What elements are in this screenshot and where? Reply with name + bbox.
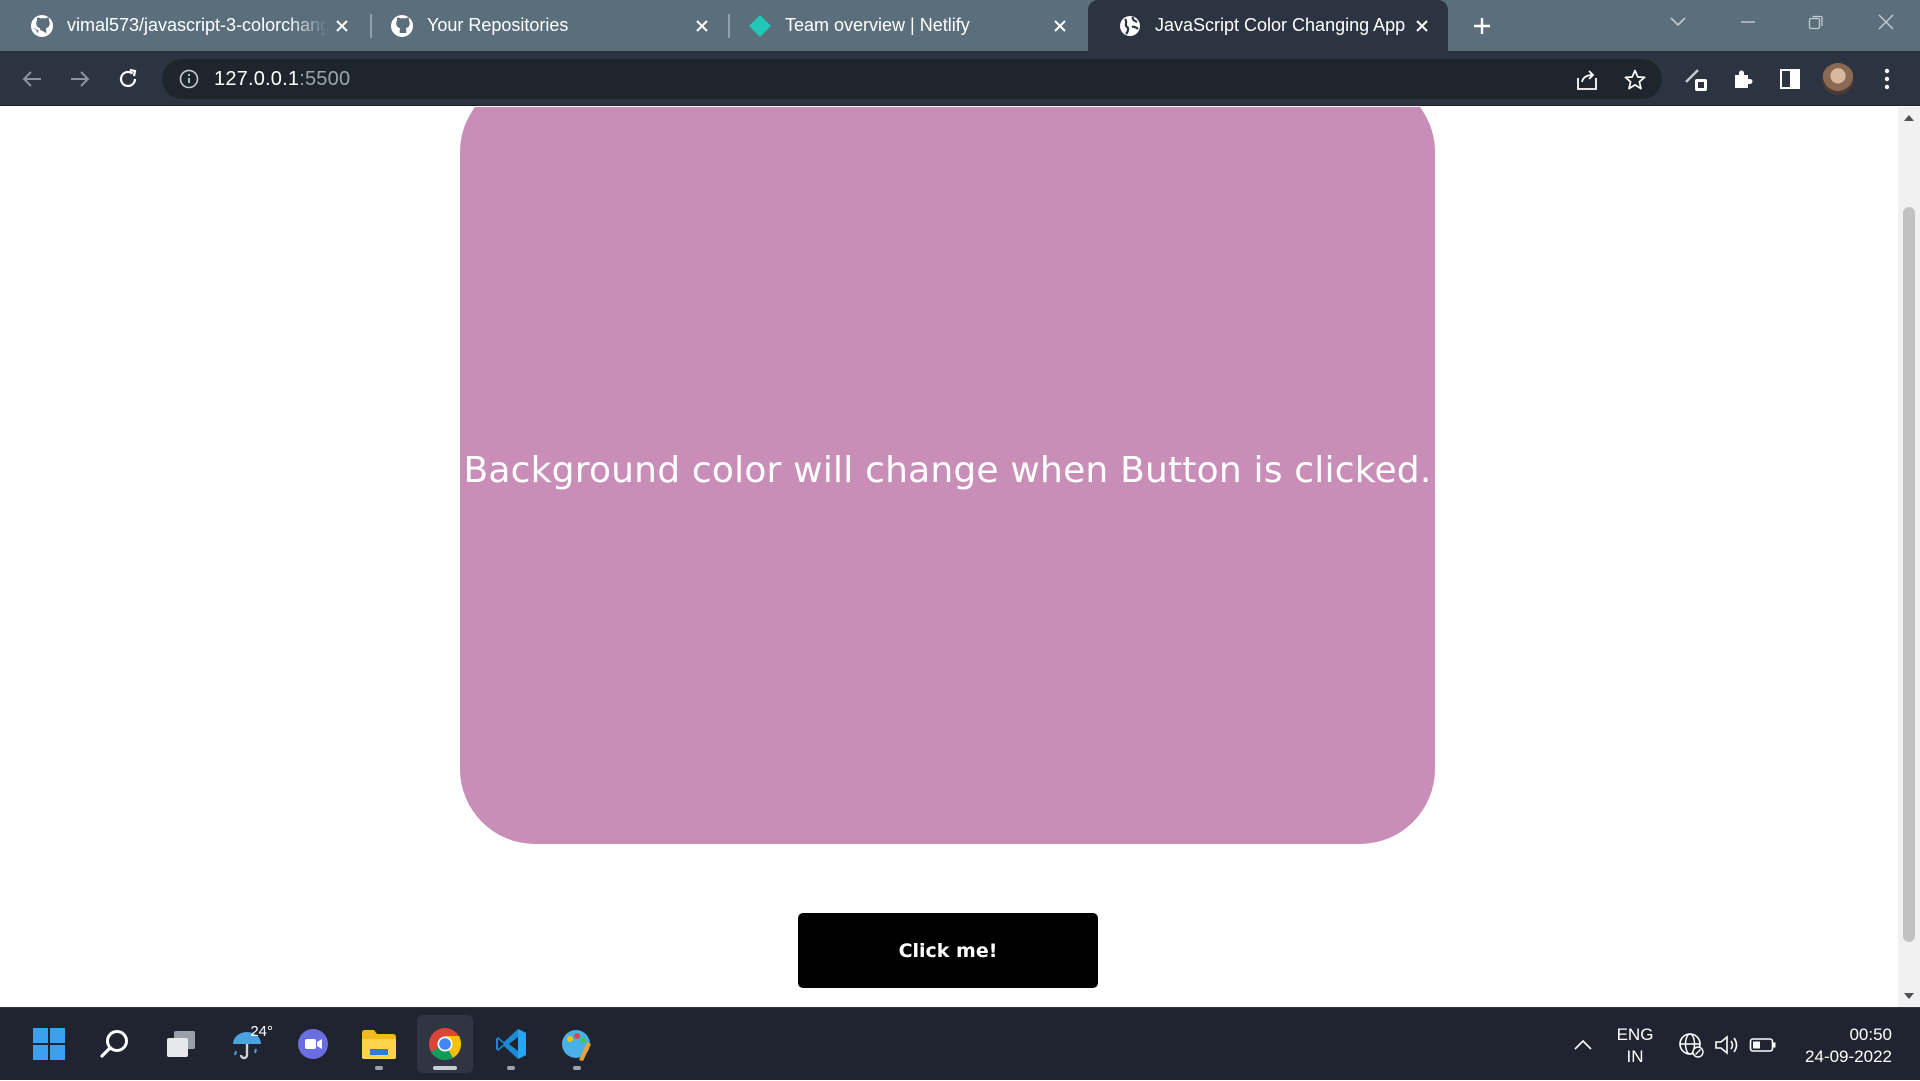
instruction-text: Background color will change when Button… bbox=[463, 450, 1432, 491]
volume-button[interactable] bbox=[1712, 1008, 1742, 1081]
scroll-down-arrow[interactable] bbox=[1898, 987, 1920, 1005]
close-icon bbox=[1878, 14, 1894, 30]
extension-pen-button[interactable] bbox=[1680, 62, 1714, 96]
tab-title: vimal573/javascript-3-colorchanging-app bbox=[67, 15, 328, 35]
click-me-button[interactable]: Click me! bbox=[798, 913, 1098, 988]
more-vertical-icon bbox=[1884, 68, 1890, 90]
puzzle-icon bbox=[1735, 70, 1753, 88]
triangle-down-icon bbox=[1904, 993, 1914, 999]
running-indicator bbox=[573, 1066, 581, 1070]
minimize-icon bbox=[1741, 21, 1755, 23]
task-view-button[interactable] bbox=[153, 1015, 209, 1073]
weather-widget[interactable]: 24° bbox=[219, 1015, 275, 1073]
page-viewport: Background color will change when Button… bbox=[0, 107, 1898, 1007]
file-explorer-button[interactable] bbox=[351, 1015, 407, 1073]
speaker-icon bbox=[1715, 1034, 1738, 1055]
site-info-icon[interactable] bbox=[178, 68, 200, 90]
teams-chat-button[interactable] bbox=[285, 1015, 341, 1073]
search-button[interactable] bbox=[87, 1015, 143, 1073]
reload-icon bbox=[119, 68, 137, 88]
running-indicator bbox=[433, 1066, 457, 1070]
windows-taskbar: 24° ENG IN 00:50 24-09-2022 bbox=[0, 1007, 1920, 1080]
start-button[interactable] bbox=[21, 1015, 77, 1073]
extensions-button[interactable] bbox=[1726, 62, 1760, 96]
pen-extension-icon bbox=[1685, 69, 1707, 91]
close-tab-icon[interactable] bbox=[328, 12, 356, 40]
reload-button[interactable] bbox=[112, 63, 144, 95]
language-code: ENG bbox=[1616, 1025, 1654, 1044]
task-view-icon bbox=[167, 1031, 195, 1057]
scrollbar-thumb[interactable] bbox=[1903, 207, 1915, 942]
netlify-icon bbox=[748, 14, 772, 38]
browser-toolbar: 127.0.0.1:5500 bbox=[0, 51, 1920, 106]
tab-your-repositories[interactable]: Your Repositories bbox=[360, 0, 728, 51]
scroll-up-arrow[interactable] bbox=[1898, 109, 1920, 127]
arrow-left-icon bbox=[22, 71, 41, 87]
bookmark-button[interactable] bbox=[1618, 63, 1652, 97]
folder-icon bbox=[362, 1030, 396, 1059]
paint-taskbar-button[interactable] bbox=[549, 1015, 605, 1073]
new-tab-button[interactable] bbox=[1466, 10, 1498, 42]
clock-time: 00:50 bbox=[1849, 1025, 1892, 1044]
browser-tab-strip: vimal573/javascript-3-colorchanging-app … bbox=[0, 0, 1920, 51]
tab-title: Team overview | Netlify bbox=[785, 15, 970, 35]
search-icon bbox=[100, 1030, 128, 1058]
arrow-right-icon bbox=[71, 71, 90, 87]
battery-icon bbox=[1749, 1037, 1776, 1052]
tab-color-changing-app[interactable]: JavaScript Color Changing App bbox=[1088, 0, 1448, 51]
chrome-icon bbox=[429, 1028, 462, 1061]
chevron-down-icon bbox=[1670, 17, 1686, 27]
tab-github-repo[interactable]: vimal573/javascript-3-colorchanging-app bbox=[0, 0, 368, 51]
input-language-indicator[interactable]: ENG IN bbox=[1610, 1024, 1660, 1068]
restore-button[interactable] bbox=[1786, 0, 1846, 44]
close-tab-icon[interactable] bbox=[1046, 12, 1074, 40]
address-bar[interactable]: 127.0.0.1:5500 bbox=[162, 59, 1662, 99]
github-icon bbox=[30, 14, 54, 38]
url-text[interactable]: 127.0.0.1:5500 bbox=[214, 68, 350, 91]
minimize-button[interactable] bbox=[1718, 0, 1778, 44]
weather-temperature: 24° bbox=[250, 1023, 273, 1040]
vscode-taskbar-button[interactable] bbox=[483, 1015, 539, 1073]
close-tab-icon[interactable] bbox=[688, 12, 716, 40]
url-port: :5500 bbox=[299, 67, 351, 90]
url-host: 127.0.0.1 bbox=[214, 67, 300, 90]
plus-icon bbox=[1474, 18, 1490, 34]
windows-logo-icon bbox=[33, 1028, 65, 1060]
chat-icon bbox=[298, 1029, 328, 1059]
tab-netlify[interactable]: Team overview | Netlify bbox=[718, 0, 1086, 51]
share-button[interactable] bbox=[1570, 63, 1604, 97]
chrome-taskbar-button[interactable] bbox=[417, 1015, 473, 1073]
chevron-up-icon bbox=[1574, 1039, 1592, 1050]
profile-avatar[interactable] bbox=[1822, 63, 1854, 95]
globe-network-icon bbox=[1679, 1032, 1704, 1058]
show-hidden-icons-button[interactable] bbox=[1566, 1008, 1600, 1081]
back-button[interactable] bbox=[16, 63, 48, 95]
star-icon bbox=[1624, 69, 1646, 90]
github-icon bbox=[390, 14, 414, 38]
globe-icon bbox=[1118, 14, 1142, 38]
running-indicator bbox=[507, 1066, 515, 1070]
tab-title: Your Repositories bbox=[427, 15, 569, 35]
share-icon bbox=[1577, 70, 1597, 90]
tab-search-button[interactable] bbox=[1648, 0, 1708, 44]
color-box: Background color will change when Button… bbox=[460, 107, 1435, 844]
palette-icon bbox=[562, 1030, 591, 1061]
network-status-button[interactable] bbox=[1676, 1008, 1706, 1081]
side-panel-button[interactable] bbox=[1773, 62, 1807, 96]
language-region: IN bbox=[1626, 1047, 1644, 1066]
close-window-button[interactable] bbox=[1856, 0, 1916, 44]
vscode-icon bbox=[496, 1029, 526, 1059]
battery-button[interactable] bbox=[1748, 1008, 1778, 1081]
forward-button[interactable] bbox=[64, 63, 96, 95]
tab-title: JavaScript Color Changing App bbox=[1155, 15, 1406, 35]
close-tab-icon[interactable] bbox=[1408, 12, 1436, 40]
clock-date: 24-09-2022 bbox=[1805, 1047, 1892, 1066]
system-clock[interactable]: 00:50 24-09-2022 bbox=[1780, 1024, 1892, 1068]
triangle-up-icon bbox=[1904, 115, 1914, 121]
running-indicator bbox=[375, 1066, 383, 1070]
page-scrollbar[interactable] bbox=[1898, 107, 1920, 1007]
browser-menu-button[interactable] bbox=[1870, 62, 1904, 96]
side-panel-icon bbox=[1780, 69, 1800, 89]
restore-icon bbox=[1808, 15, 1823, 30]
